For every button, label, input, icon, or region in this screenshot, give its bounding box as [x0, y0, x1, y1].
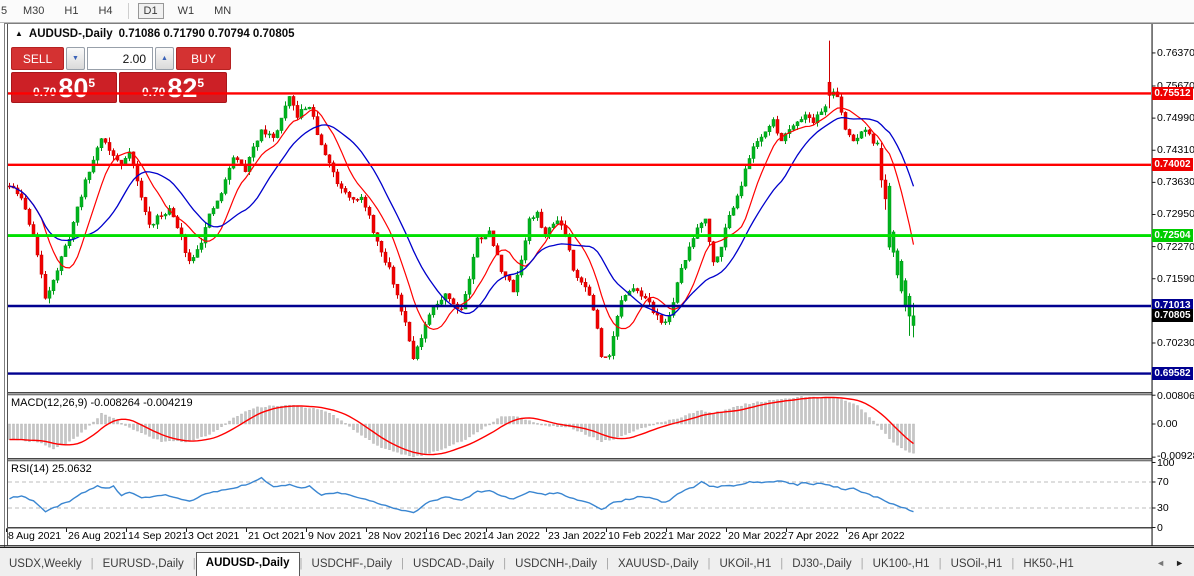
tab-usdxweekly[interactable]: USDX,Weekly — [0, 554, 91, 576]
macd-axis-zero: 0.00 — [1157, 418, 1178, 430]
symbol-tabbar: USDX,Weekly | EURUSD-,Daily | AUDUSD-,Daily |… — [0, 547, 1194, 576]
tab-hk50h1[interactable]: HK50-,H1 — [1014, 554, 1083, 576]
date-axis-label: 26 Apr 2022 — [848, 530, 905, 542]
tab-usoilh1[interactable]: USOil-,H1 — [942, 554, 1012, 576]
macd-title: MACD(12,26,9) -0.008264 -0.004219 — [11, 397, 193, 409]
rsi-axis-label: 30 — [1157, 502, 1169, 514]
date-axis-label: 16 Dec 2021 — [428, 530, 488, 542]
macd-values: -0.008264 -0.004219 — [90, 397, 193, 409]
date-axis-label: 28 Nov 2021 — [368, 530, 428, 542]
price-axis-label: 0.73630 — [1157, 176, 1194, 189]
level-price-badge: 0.72504 — [1152, 229, 1193, 243]
price-axis-label: 0.72270 — [1157, 240, 1194, 253]
tab-usdcnhdaily[interactable]: USDCNH-,Daily — [506, 554, 606, 576]
tab-usdchfdaily[interactable]: USDCHF-,Daily — [303, 554, 402, 576]
tab-ukoilh1[interactable]: UKOil-,H1 — [710, 554, 780, 576]
rsi-value: 25.0632 — [51, 463, 92, 475]
date-axis-label: 9 Nov 2021 — [308, 530, 362, 542]
chart-canvas[interactable] — [0, 0, 1194, 575]
level-price-badge: 0.75512 — [1152, 86, 1193, 100]
date-axis-label: 3 Oct 2021 — [188, 530, 240, 542]
tab-dj30daily[interactable]: DJ30-,Daily — [783, 554, 860, 576]
tab-xauusddaily[interactable]: XAUUSD-,Daily — [609, 554, 708, 576]
tab-usdcaddaily[interactable]: USDCAD-,Daily — [404, 554, 503, 576]
current-price-badge: 0.70805 — [1152, 309, 1193, 323]
date-axis-label: 8 Aug 2021 — [8, 530, 62, 542]
price-axis-label: 0.74310 — [1157, 144, 1194, 157]
date-axis-label: 14 Sep 2021 — [128, 530, 188, 542]
price-axis-label: 0.74990 — [1157, 112, 1194, 125]
date-axis-label: 21 Oct 2021 — [248, 530, 306, 542]
rsi-label: RSI(14) — [11, 463, 49, 475]
rsi-axis-label: 70 — [1157, 476, 1169, 488]
date-axis-label: 4 Jan 2022 — [488, 530, 540, 542]
tab-audusddaily[interactable]: AUDUSD-,Daily — [195, 552, 300, 576]
date-axis-label: 1 Mar 2022 — [668, 530, 722, 542]
rsi-axis-label: 100 — [1157, 456, 1175, 469]
date-axis-label: 26 Aug 2021 — [68, 530, 127, 542]
price-axis-label: 0.72950 — [1157, 208, 1194, 221]
price-axis-label: 0.76370 — [1157, 46, 1194, 59]
rsi-axis-label: 0 — [1157, 521, 1163, 534]
date-axis-label: 10 Feb 2022 — [608, 530, 667, 542]
level-price-badge: 0.74002 — [1152, 158, 1193, 172]
macd-axis-max: 0.008061 — [1157, 390, 1194, 403]
tab-eurusddaily[interactable]: EURUSD-,Daily — [94, 554, 193, 576]
rsi-title: RSI(14) 25.0632 — [11, 463, 92, 475]
tabs-scroll-right-icon[interactable]: ► — [1175, 558, 1184, 568]
date-axis-label: 7 Apr 2022 — [788, 530, 839, 542]
level-price-badge: 0.69582 — [1152, 367, 1193, 381]
price-axis-label: 0.71590 — [1157, 272, 1194, 285]
tab-uk100h1[interactable]: UK100-,H1 — [864, 554, 939, 576]
price-axis-label: 0.70230 — [1157, 336, 1194, 349]
tabs-scroll-left-icon[interactable]: ◄ — [1156, 558, 1165, 568]
date-axis-label: 23 Jan 2022 — [548, 530, 606, 542]
macd-label: MACD(12,26,9) — [11, 397, 88, 409]
date-axis-label: 20 Mar 2022 — [728, 530, 787, 542]
